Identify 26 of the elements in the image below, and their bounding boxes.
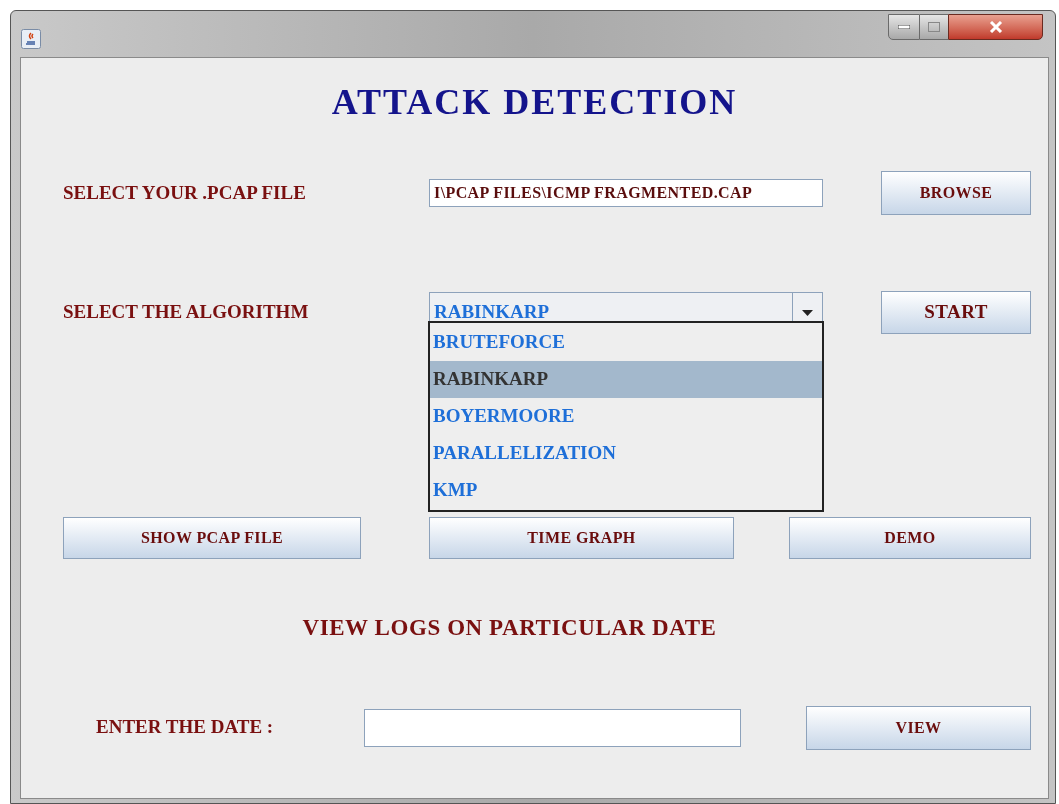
field-label: ENTER THE DATE : (96, 715, 275, 740)
demo-button[interactable]: DEMO (789, 517, 1031, 559)
start-button[interactable]: START (881, 291, 1031, 334)
dropdown-option[interactable]: RABINKARP (430, 361, 822, 398)
browse-button[interactable]: BROWSE (881, 171, 1031, 215)
maximize-button[interactable] (920, 14, 948, 40)
field-label: SELECT YOUR .PCAP FILE (63, 180, 307, 205)
app-title: ATTACK DETECTION (330, 84, 739, 120)
maximize-icon (928, 22, 940, 32)
close-icon (988, 21, 1003, 33)
field-label: SELECT THE ALGORITHM (63, 300, 310, 325)
minimize-icon (898, 25, 910, 29)
dropdown-option[interactable]: PARALLELIZATION (430, 435, 822, 472)
section-heading: VIEW LOGS ON PARTICULAR DATE (301, 614, 718, 642)
time-graph-button[interactable]: TIME GRAPH (429, 517, 734, 559)
view-button[interactable]: VIEW (806, 705, 1031, 750)
java-cup-icon (21, 29, 41, 49)
close-button[interactable] (948, 14, 1043, 40)
dropdown-option[interactable]: BOYERMOORE (430, 398, 822, 435)
date-field[interactable] (364, 708, 741, 747)
file-path-field[interactable]: I\PCAP FILES\ICMP FRAGMENTED.CAP (429, 179, 823, 207)
dropdown-option[interactable]: KMP (430, 472, 822, 509)
combo-value: RABINKARP (433, 300, 551, 325)
caret-icon (802, 309, 813, 316)
show-file-button[interactable]: SHOW PCAP FILE (63, 517, 361, 559)
minimize-button[interactable] (888, 14, 920, 40)
